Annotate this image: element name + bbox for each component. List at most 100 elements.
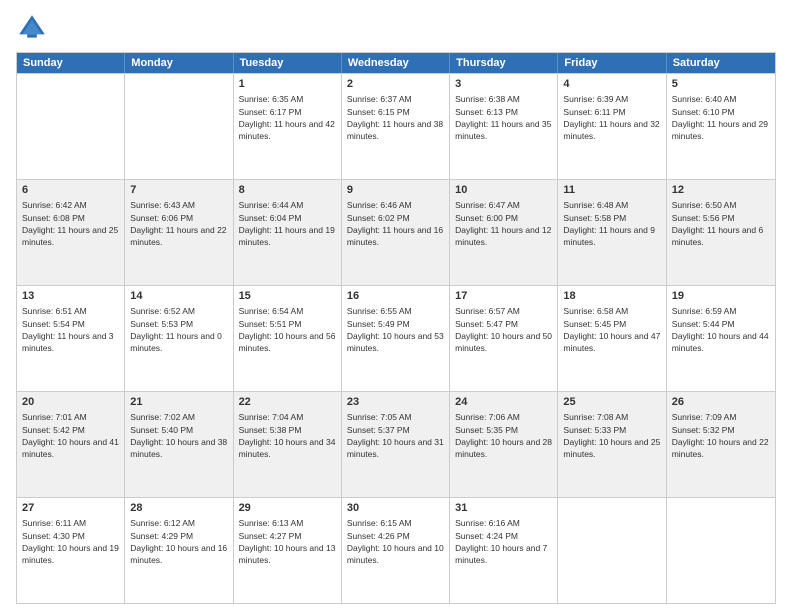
day-number: 29	[239, 501, 336, 516]
day-number: 24	[455, 395, 552, 410]
cal-row-4: 27Sunrise: 6:11 AM Sunset: 4:30 PM Dayli…	[17, 497, 775, 603]
day-info: Sunrise: 6:51 AM Sunset: 5:54 PM Dayligh…	[22, 305, 119, 354]
header-day-saturday: Saturday	[667, 53, 775, 73]
cal-cell-empty	[125, 74, 233, 179]
day-number: 25	[563, 395, 660, 410]
header-day-monday: Monday	[125, 53, 233, 73]
day-number: 7	[130, 183, 227, 198]
cal-cell-3: 3Sunrise: 6:38 AM Sunset: 6:13 PM Daylig…	[450, 74, 558, 179]
day-info: Sunrise: 6:13 AM Sunset: 4:27 PM Dayligh…	[239, 517, 336, 566]
cal-cell-18: 18Sunrise: 6:58 AM Sunset: 5:45 PM Dayli…	[558, 286, 666, 391]
cal-cell-12: 12Sunrise: 6:50 AM Sunset: 5:56 PM Dayli…	[667, 180, 775, 285]
day-number: 16	[347, 289, 444, 304]
day-info: Sunrise: 6:39 AM Sunset: 6:11 PM Dayligh…	[563, 93, 660, 142]
cal-cell-11: 11Sunrise: 6:48 AM Sunset: 5:58 PM Dayli…	[558, 180, 666, 285]
cal-row-1: 6Sunrise: 6:42 AM Sunset: 6:08 PM Daylig…	[17, 179, 775, 285]
day-info: Sunrise: 6:16 AM Sunset: 4:24 PM Dayligh…	[455, 517, 552, 566]
cal-cell-5: 5Sunrise: 6:40 AM Sunset: 6:10 PM Daylig…	[667, 74, 775, 179]
day-number: 22	[239, 395, 336, 410]
cal-cell-21: 21Sunrise: 7:02 AM Sunset: 5:40 PM Dayli…	[125, 392, 233, 497]
day-number: 23	[347, 395, 444, 410]
day-info: Sunrise: 6:42 AM Sunset: 6:08 PM Dayligh…	[22, 199, 119, 248]
day-info: Sunrise: 6:47 AM Sunset: 6:00 PM Dayligh…	[455, 199, 552, 248]
cal-cell-6: 6Sunrise: 6:42 AM Sunset: 6:08 PM Daylig…	[17, 180, 125, 285]
day-number: 31	[455, 501, 552, 516]
cal-cell-30: 30Sunrise: 6:15 AM Sunset: 4:26 PM Dayli…	[342, 498, 450, 603]
cal-row-2: 13Sunrise: 6:51 AM Sunset: 5:54 PM Dayli…	[17, 285, 775, 391]
calendar-body: 1Sunrise: 6:35 AM Sunset: 6:17 PM Daylig…	[17, 73, 775, 603]
calendar: SundayMondayTuesdayWednesdayThursdayFrid…	[16, 52, 776, 604]
day-info: Sunrise: 6:54 AM Sunset: 5:51 PM Dayligh…	[239, 305, 336, 354]
day-number: 6	[22, 183, 119, 198]
cal-cell-2: 2Sunrise: 6:37 AM Sunset: 6:15 PM Daylig…	[342, 74, 450, 179]
day-info: Sunrise: 6:35 AM Sunset: 6:17 PM Dayligh…	[239, 93, 336, 142]
day-info: Sunrise: 6:44 AM Sunset: 6:04 PM Dayligh…	[239, 199, 336, 248]
day-number: 13	[22, 289, 119, 304]
cal-cell-23: 23Sunrise: 7:05 AM Sunset: 5:37 PM Dayli…	[342, 392, 450, 497]
day-number: 4	[563, 77, 660, 92]
day-info: Sunrise: 6:37 AM Sunset: 6:15 PM Dayligh…	[347, 93, 444, 142]
cal-cell-16: 16Sunrise: 6:55 AM Sunset: 5:49 PM Dayli…	[342, 286, 450, 391]
day-number: 1	[239, 77, 336, 92]
cal-cell-26: 26Sunrise: 7:09 AM Sunset: 5:32 PM Dayli…	[667, 392, 775, 497]
day-info: Sunrise: 6:59 AM Sunset: 5:44 PM Dayligh…	[672, 305, 770, 354]
day-number: 18	[563, 289, 660, 304]
day-info: Sunrise: 6:46 AM Sunset: 6:02 PM Dayligh…	[347, 199, 444, 248]
day-number: 17	[455, 289, 552, 304]
cal-cell-20: 20Sunrise: 7:01 AM Sunset: 5:42 PM Dayli…	[17, 392, 125, 497]
day-number: 30	[347, 501, 444, 516]
day-number: 3	[455, 77, 552, 92]
day-number: 27	[22, 501, 119, 516]
header-day-thursday: Thursday	[450, 53, 558, 73]
day-info: Sunrise: 6:43 AM Sunset: 6:06 PM Dayligh…	[130, 199, 227, 248]
header-day-wednesday: Wednesday	[342, 53, 450, 73]
header-day-tuesday: Tuesday	[234, 53, 342, 73]
day-info: Sunrise: 7:01 AM Sunset: 5:42 PM Dayligh…	[22, 411, 119, 460]
calendar-header: SundayMondayTuesdayWednesdayThursdayFrid…	[17, 53, 775, 73]
day-number: 9	[347, 183, 444, 198]
cal-cell-4: 4Sunrise: 6:39 AM Sunset: 6:11 PM Daylig…	[558, 74, 666, 179]
cal-cell-29: 29Sunrise: 6:13 AM Sunset: 4:27 PM Dayli…	[234, 498, 342, 603]
cal-cell-empty	[558, 498, 666, 603]
cal-row-0: 1Sunrise: 6:35 AM Sunset: 6:17 PM Daylig…	[17, 73, 775, 179]
day-number: 8	[239, 183, 336, 198]
cal-cell-13: 13Sunrise: 6:51 AM Sunset: 5:54 PM Dayli…	[17, 286, 125, 391]
day-info: Sunrise: 6:38 AM Sunset: 6:13 PM Dayligh…	[455, 93, 552, 142]
cal-cell-31: 31Sunrise: 6:16 AM Sunset: 4:24 PM Dayli…	[450, 498, 558, 603]
logo	[16, 12, 52, 44]
cal-cell-15: 15Sunrise: 6:54 AM Sunset: 5:51 PM Dayli…	[234, 286, 342, 391]
day-number: 14	[130, 289, 227, 304]
day-number: 2	[347, 77, 444, 92]
day-info: Sunrise: 7:02 AM Sunset: 5:40 PM Dayligh…	[130, 411, 227, 460]
day-info: Sunrise: 6:11 AM Sunset: 4:30 PM Dayligh…	[22, 517, 119, 566]
day-info: Sunrise: 6:48 AM Sunset: 5:58 PM Dayligh…	[563, 199, 660, 248]
cal-cell-19: 19Sunrise: 6:59 AM Sunset: 5:44 PM Dayli…	[667, 286, 775, 391]
cal-cell-10: 10Sunrise: 6:47 AM Sunset: 6:00 PM Dayli…	[450, 180, 558, 285]
cal-cell-14: 14Sunrise: 6:52 AM Sunset: 5:53 PM Dayli…	[125, 286, 233, 391]
cal-cell-8: 8Sunrise: 6:44 AM Sunset: 6:04 PM Daylig…	[234, 180, 342, 285]
day-info: Sunrise: 6:40 AM Sunset: 6:10 PM Dayligh…	[672, 93, 770, 142]
day-number: 28	[130, 501, 227, 516]
day-info: Sunrise: 6:57 AM Sunset: 5:47 PM Dayligh…	[455, 305, 552, 354]
day-number: 20	[22, 395, 119, 410]
day-number: 10	[455, 183, 552, 198]
day-info: Sunrise: 7:08 AM Sunset: 5:33 PM Dayligh…	[563, 411, 660, 460]
cal-cell-1: 1Sunrise: 6:35 AM Sunset: 6:17 PM Daylig…	[234, 74, 342, 179]
day-info: Sunrise: 6:55 AM Sunset: 5:49 PM Dayligh…	[347, 305, 444, 354]
cal-row-3: 20Sunrise: 7:01 AM Sunset: 5:42 PM Dayli…	[17, 391, 775, 497]
cal-cell-25: 25Sunrise: 7:08 AM Sunset: 5:33 PM Dayli…	[558, 392, 666, 497]
logo-icon	[16, 12, 48, 44]
header	[16, 12, 776, 44]
cal-cell-empty	[667, 498, 775, 603]
day-info: Sunrise: 6:52 AM Sunset: 5:53 PM Dayligh…	[130, 305, 227, 354]
cal-cell-22: 22Sunrise: 7:04 AM Sunset: 5:38 PM Dayli…	[234, 392, 342, 497]
day-info: Sunrise: 7:09 AM Sunset: 5:32 PM Dayligh…	[672, 411, 770, 460]
page: SundayMondayTuesdayWednesdayThursdayFrid…	[0, 0, 792, 612]
day-info: Sunrise: 7:04 AM Sunset: 5:38 PM Dayligh…	[239, 411, 336, 460]
day-number: 15	[239, 289, 336, 304]
day-info: Sunrise: 7:06 AM Sunset: 5:35 PM Dayligh…	[455, 411, 552, 460]
day-info: Sunrise: 6:15 AM Sunset: 4:26 PM Dayligh…	[347, 517, 444, 566]
cal-cell-empty	[17, 74, 125, 179]
day-info: Sunrise: 6:58 AM Sunset: 5:45 PM Dayligh…	[563, 305, 660, 354]
header-day-friday: Friday	[558, 53, 666, 73]
